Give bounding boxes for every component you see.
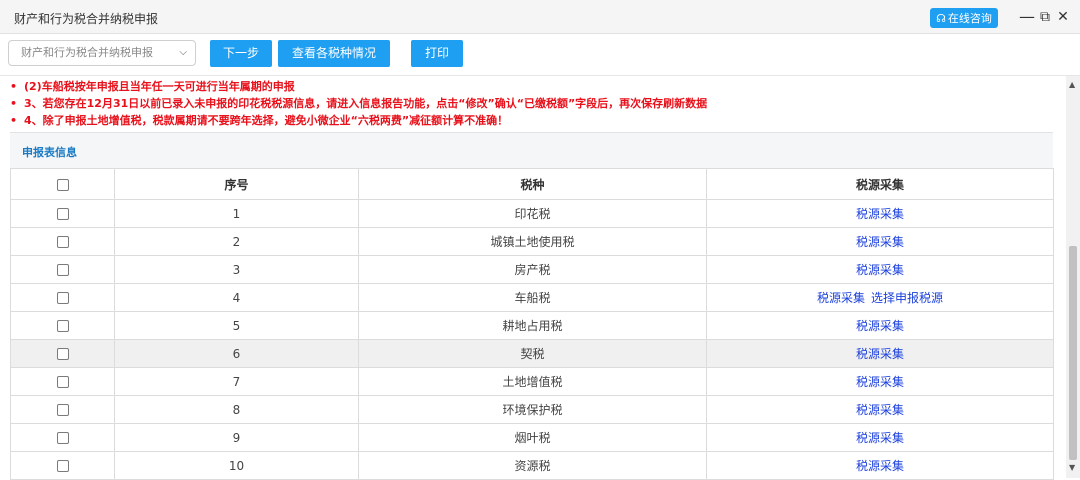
scroll-up-arrow-icon[interactable]: ▲: [1069, 80, 1075, 89]
table-row: 6 契税 税源采集: [10, 339, 1054, 368]
row-no: 4: [114, 283, 359, 312]
row-checkbox[interactable]: [56, 236, 69, 248]
row-tax-name: 土地增值税: [358, 367, 707, 396]
source-collect-link[interactable]: 税源采集: [856, 459, 904, 473]
bullet-icon: •: [10, 97, 18, 110]
minimize-icon[interactable]: —: [1018, 7, 1036, 27]
notice-item: • (2)车船税按年申报且当年任一天可进行当年属期的申报: [10, 80, 295, 93]
source-collect-link[interactable]: 税源采集: [856, 347, 904, 361]
table-row: 1 印花税 税源采集: [10, 199, 1054, 228]
scrollbar-thumb[interactable]: [1069, 246, 1077, 460]
section-header: 申报表信息: [10, 132, 1053, 168]
online-consult-label: 在线咨询: [947, 12, 992, 25]
row-checkbox[interactable]: [56, 404, 69, 416]
row-no: 5: [114, 311, 359, 340]
row-checkbox[interactable]: [56, 208, 69, 220]
row-no: 1: [114, 199, 359, 228]
title-bar: 财产和行为税合并纳税申报 ☊ 在线咨询 — ⧉ ✕: [0, 0, 1080, 34]
source-collect-link[interactable]: 税源采集: [817, 291, 865, 305]
select-all-cell: [10, 168, 115, 200]
row-no: 9: [114, 423, 359, 452]
column-header-source: 税源采集: [706, 168, 1054, 200]
tax-type-select-value: 财产和行为税合并纳税申报: [21, 46, 153, 59]
row-tax-name: 车船税: [358, 283, 707, 312]
row-checkbox[interactable]: [56, 348, 69, 360]
toolbar: 财产和行为税合并纳税申报 ⌵ 下一步 查看各税种情况 打印: [0, 34, 1080, 76]
online-consult-button[interactable]: ☊ 在线咨询: [930, 8, 998, 28]
bullet-icon: •: [10, 114, 18, 127]
table-row: 9 烟叶税 税源采集: [10, 423, 1054, 452]
row-checkbox[interactable]: [56, 292, 69, 304]
print-button[interactable]: 打印: [411, 40, 463, 67]
row-tax-name: 契税: [358, 339, 707, 368]
row-tax-name: 烟叶税: [358, 423, 707, 452]
close-icon[interactable]: ✕: [1054, 7, 1072, 27]
chevron-down-icon: ⌵: [179, 47, 187, 58]
restore-icon[interactable]: ⧉: [1036, 7, 1054, 27]
row-checkbox[interactable]: [56, 460, 69, 472]
row-no: 2: [114, 227, 359, 256]
row-tax-name: 房产税: [358, 255, 707, 284]
table-row: 7 土地增值税 税源采集: [10, 367, 1054, 396]
column-header-tax: 税种: [358, 168, 707, 200]
table-row: 10 资源税 税源采集: [10, 451, 1054, 480]
table-row: 5 耕地占用税 税源采集: [10, 311, 1054, 340]
table-row: 8 环境保护税 税源采集: [10, 395, 1054, 424]
window-title: 财产和行为税合并纳税申报: [14, 12, 159, 26]
row-tax-name: 环境保护税: [358, 395, 707, 424]
source-collect-link[interactable]: 税源采集: [856, 263, 904, 277]
row-tax-name: 耕地占用税: [358, 311, 707, 340]
row-no: 8: [114, 395, 359, 424]
row-tax-name: 资源税: [358, 451, 707, 480]
table-row: 4 车船税 税源采集 选择申报税源: [10, 283, 1054, 312]
source-collect-link[interactable]: 税源采集: [856, 431, 904, 445]
table-row: 3 房产税 税源采集: [10, 255, 1054, 284]
table-row: 2 城镇土地使用税 税源采集: [10, 227, 1054, 256]
row-tax-name: 城镇土地使用税: [358, 227, 707, 256]
row-checkbox[interactable]: [56, 376, 69, 388]
notice-item: • 4、除了申报土地增值税，税款属期请不要跨年选择，避免小微企业“六税两费”减征额…: [10, 114, 509, 127]
row-tax-name: 印花税: [358, 199, 707, 228]
tax-type-select[interactable]: 财产和行为税合并纳税申报 ⌵: [8, 40, 196, 66]
notice-item: • 3、若您存在12月31日以前已录入未申报的印花税税源信息，请进入信息报告功能，…: [10, 97, 708, 110]
notice-list: • (2)车船税按年申报且当年任一天可进行当年属期的申报 • 3、若您存在12月31…: [0, 76, 1066, 130]
source-collect-link[interactable]: 税源采集: [856, 319, 904, 333]
view-tax-status-button[interactable]: 查看各税种情况: [278, 40, 390, 67]
bullet-icon: •: [10, 80, 18, 93]
scroll-down-arrow-icon[interactable]: ▼: [1069, 463, 1075, 472]
section-title: 申报表信息: [22, 146, 77, 159]
source-collect-link[interactable]: 税源采集: [856, 235, 904, 249]
declaration-table: 序号 税种 税源采集 1 印花税 税源采集 2 城镇土地使用税 税源采集 3 房…: [10, 168, 1054, 480]
row-no: 3: [114, 255, 359, 284]
next-step-button[interactable]: 下一步: [210, 40, 272, 67]
select-all-checkbox[interactable]: [56, 178, 69, 191]
vertical-scrollbar[interactable]: ▲ ▼: [1066, 76, 1080, 478]
source-collect-link[interactable]: 税源采集: [856, 207, 904, 221]
row-checkbox[interactable]: [56, 432, 69, 444]
source-collect-link[interactable]: 税源采集: [856, 403, 904, 417]
source-collect-link[interactable]: 税源采集: [856, 375, 904, 389]
select-declare-source-link[interactable]: 选择申报税源: [871, 291, 943, 305]
row-no: 7: [114, 367, 359, 396]
row-checkbox[interactable]: [56, 264, 69, 276]
table-header-row: 序号 税种 税源采集: [10, 168, 1054, 200]
row-no: 10: [114, 451, 359, 480]
headset-icon: ☊: [936, 11, 946, 25]
row-no: 6: [114, 339, 359, 368]
column-header-no: 序号: [114, 168, 359, 200]
row-checkbox[interactable]: [56, 320, 69, 332]
